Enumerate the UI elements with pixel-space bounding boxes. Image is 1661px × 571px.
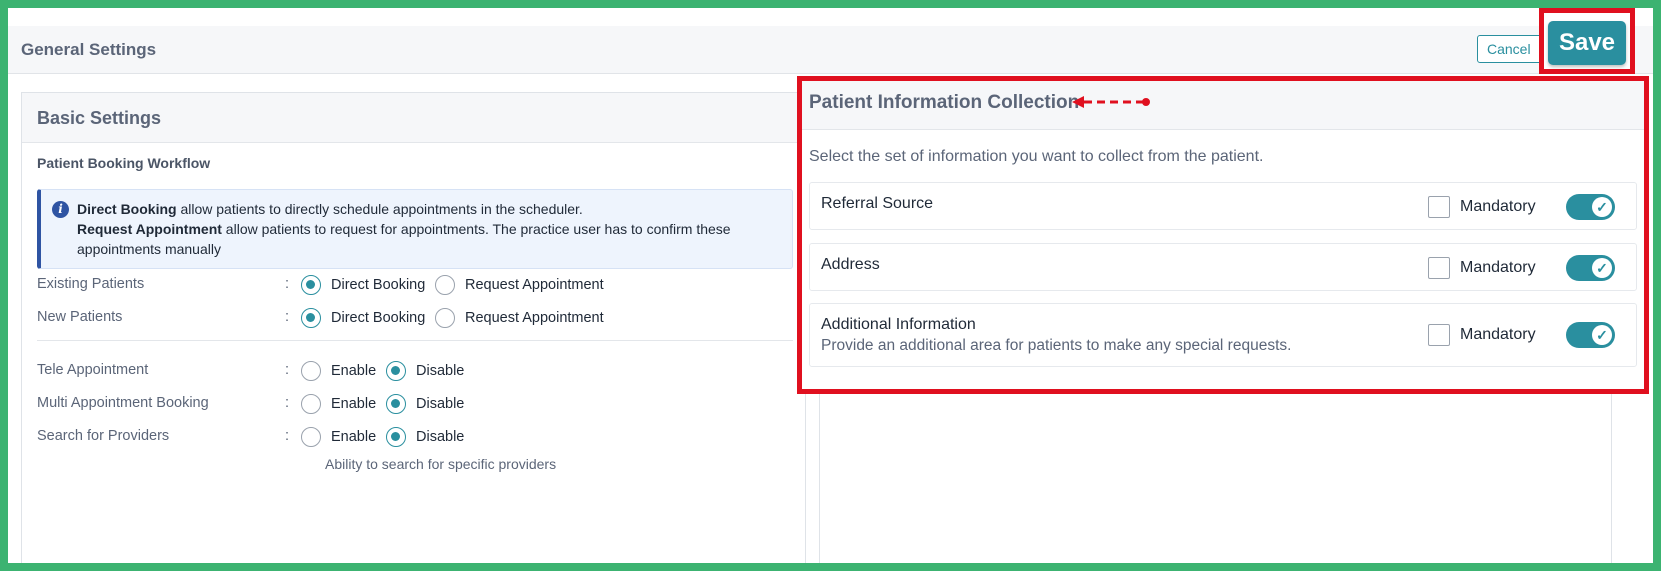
radio-selected[interactable] <box>301 308 321 328</box>
radio-unselected[interactable] <box>301 427 321 447</box>
booking-workflow-heading: Patient Booking Workflow <box>37 155 211 171</box>
referral-source-toggle[interactable]: ✓ <box>1566 194 1615 220</box>
tele-disable-radio[interactable]: Disable <box>386 359 464 383</box>
row-label: Existing Patients <box>37 276 145 292</box>
existing-direct-booking-radio[interactable]: Direct Booking <box>301 273 425 297</box>
page-title: General Settings <box>21 40 157 59</box>
patient-info-title: Patient Information Collection <box>809 92 1080 113</box>
multi-disable-radio[interactable]: Disable <box>386 392 464 416</box>
radio-selected[interactable] <box>386 394 406 414</box>
info-line-direct: Direct Booking allow patients to directl… <box>77 201 583 217</box>
settings-header: General Settings Cancel <box>8 26 1653 74</box>
radio-selected[interactable] <box>386 361 406 381</box>
save-button[interactable]: Save <box>1548 21 1626 65</box>
section-divider <box>37 340 793 341</box>
row-label: New Patients <box>37 309 123 325</box>
row-colon: : <box>285 276 290 292</box>
info-item-name: Additional Information <box>821 316 976 333</box>
workflow-info-box: i Direct Booking allow patients to direc… <box>37 189 793 269</box>
info-item-name: Address <box>821 256 880 273</box>
search-enable-radio[interactable]: Enable <box>301 425 376 449</box>
mandatory-checkbox[interactable] <box>1428 196 1450 218</box>
row-colon: : <box>285 395 290 411</box>
info-item-address: Address Mandatory ✓ <box>809 243 1637 291</box>
existing-patients-row: Existing Patients : Direct Booking Reque… <box>37 273 797 297</box>
radio-selected[interactable] <box>301 275 321 295</box>
info-icon: i <box>52 201 69 218</box>
tele-enable-radio[interactable]: Enable <box>301 359 376 383</box>
patient-info-collection-panel: Patient Information Collection Select th… <box>797 76 1649 394</box>
row-label: Tele Appointment <box>37 362 149 378</box>
new-patients-row: New Patients : Direct Booking Request Ap… <box>37 306 797 330</box>
basic-settings-card: Basic Settings Patient Booking Workflow … <box>21 92 806 563</box>
info-item-referral-source: Referral Source Mandatory ✓ <box>809 182 1637 230</box>
row-colon: : <box>285 309 290 325</box>
app-frame: General Settings Cancel Basic Settings P… <box>8 8 1653 563</box>
tele-appointment-row: Tele Appointment : Enable Disable <box>37 359 797 383</box>
existing-request-appointment-radio[interactable]: Request Appointment <box>435 273 604 297</box>
row-label: Search for Providers <box>37 428 170 444</box>
multi-appointment-row: Multi Appointment Booking : Enable Disab… <box>37 392 797 416</box>
check-icon: ✓ <box>1592 325 1612 345</box>
mandatory-label: Mandatory <box>1460 198 1536 215</box>
additional-information-toggle[interactable]: ✓ <box>1566 322 1615 348</box>
address-toggle[interactable]: ✓ <box>1566 255 1615 281</box>
info-item-name: Referral Source <box>821 195 934 212</box>
radio-selected[interactable] <box>386 427 406 447</box>
radio-unselected[interactable] <box>435 275 455 295</box>
check-icon: ✓ <box>1592 258 1612 278</box>
search-providers-helper: Ability to search for specific providers <box>325 456 557 472</box>
radio-unselected[interactable] <box>301 361 321 381</box>
row-colon: : <box>285 362 290 378</box>
row-colon: : <box>285 428 290 444</box>
new-direct-booking-radio[interactable]: Direct Booking <box>301 306 425 330</box>
info-line-request: Request Appointment allow patients to re… <box>77 221 731 257</box>
save-highlight-box: Save <box>1539 8 1635 74</box>
patient-info-description: Select the set of information you want t… <box>809 148 1264 165</box>
radio-unselected[interactable] <box>435 308 455 328</box>
search-disable-radio[interactable]: Disable <box>386 425 464 449</box>
search-providers-row: Search for Providers : Enable Disable <box>37 425 797 449</box>
patient-info-header: Patient Information Collection <box>802 81 1644 130</box>
info-item-additional-information: Additional Information Provide an additi… <box>809 303 1637 367</box>
mandatory-label: Mandatory <box>1460 326 1536 343</box>
multi-enable-radio[interactable]: Enable <box>301 392 376 416</box>
info-item-subtext: Provide an additional area for patients … <box>821 337 1292 354</box>
dashed-arrow-icon <box>1072 96 1150 108</box>
basic-settings-title: Basic Settings <box>22 93 805 143</box>
radio-unselected[interactable] <box>301 394 321 414</box>
mandatory-label: Mandatory <box>1460 259 1536 276</box>
mandatory-checkbox[interactable] <box>1428 324 1450 346</box>
check-icon: ✓ <box>1592 197 1612 217</box>
new-request-appointment-radio[interactable]: Request Appointment <box>435 306 604 330</box>
mandatory-checkbox[interactable] <box>1428 257 1450 279</box>
row-label: Multi Appointment Booking <box>37 395 209 411</box>
